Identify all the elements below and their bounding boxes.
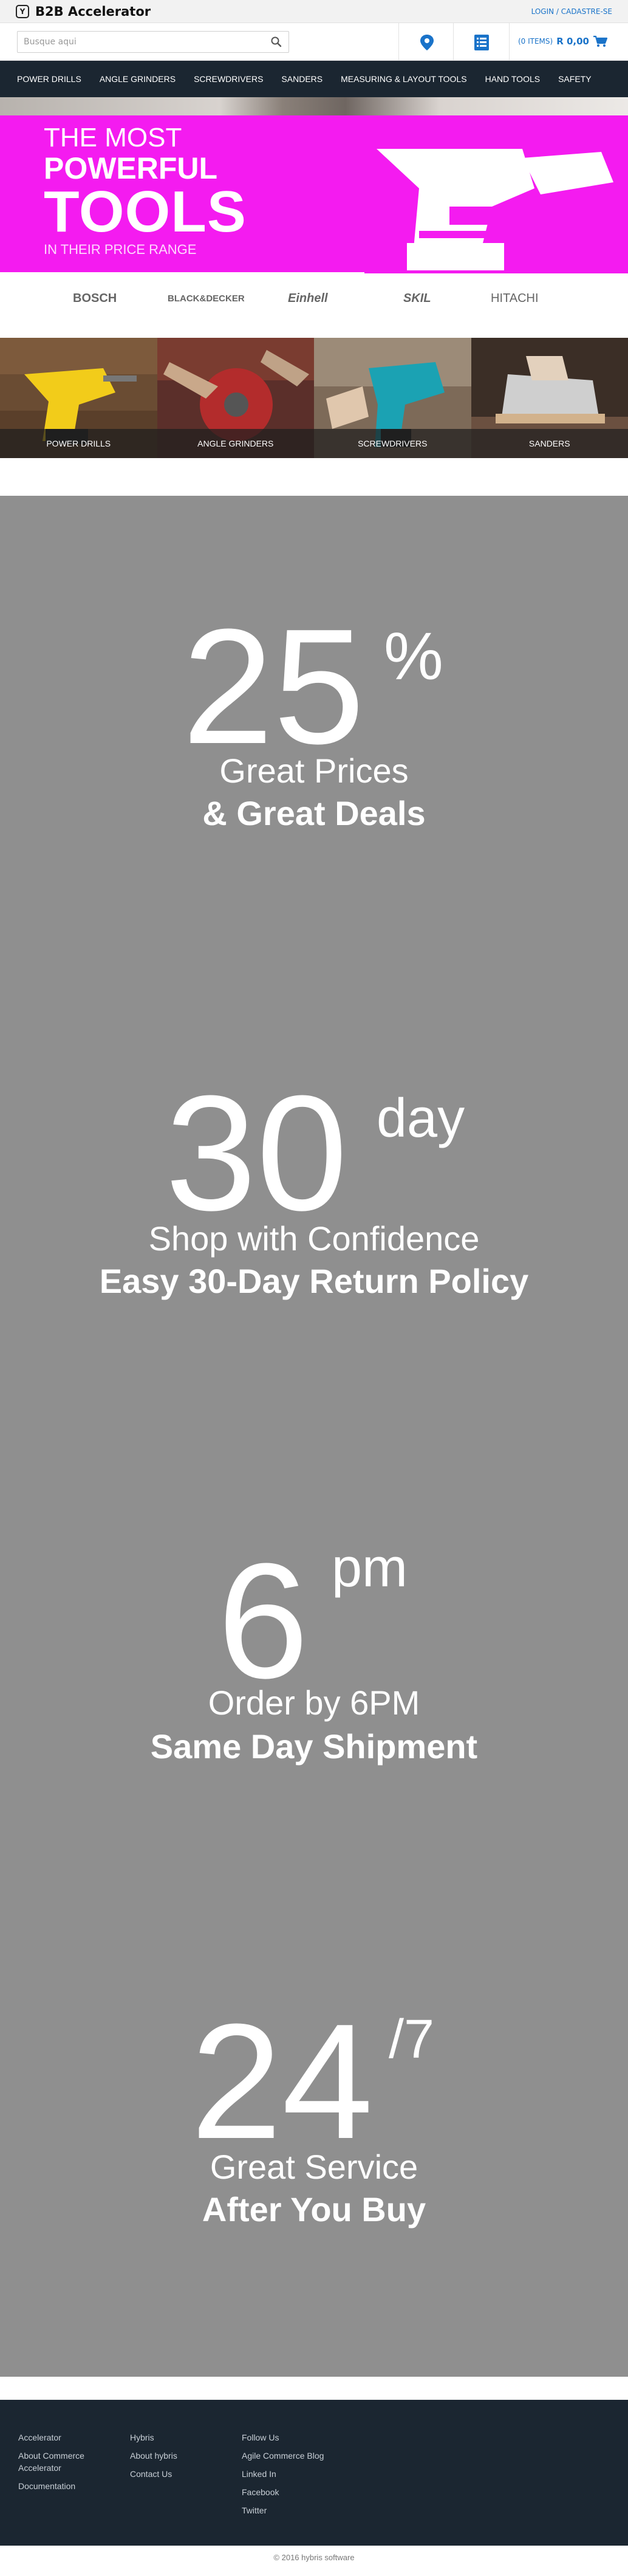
cart-total: R 0,00 xyxy=(556,36,589,47)
promo-30-suffix: day xyxy=(377,1091,465,1146)
divider xyxy=(398,23,399,61)
login-link[interactable]: LOGIN / CADASTRE-SE xyxy=(531,7,612,16)
nav-item-safety[interactable]: SAFETY xyxy=(558,74,600,84)
spacer xyxy=(0,458,628,496)
promo-30-line2: Easy 30-Day Return Policy xyxy=(0,1261,628,1301)
category-label: ANGLE GRINDERS xyxy=(157,429,315,458)
promo-block: 25 % Great Prices & Great Deals 30 day S… xyxy=(0,496,628,2377)
promo-6-suffix: pm xyxy=(332,1541,408,1595)
divider xyxy=(509,23,510,61)
top-bar: Y B2B Accelerator LOGIN / CADASTRE-SE xyxy=(0,0,628,23)
footer-link[interactable]: Documentation xyxy=(18,2480,109,2492)
drill-image xyxy=(340,115,628,279)
promo-6-number: 6 xyxy=(217,1540,309,1704)
brand-logo-einhell[interactable]: Einhell xyxy=(288,292,328,306)
brand-logo-icon: Y xyxy=(16,5,29,18)
promo-6-line1: Order by 6PM xyxy=(0,1683,628,1722)
hero-headline-line3: TOOLS xyxy=(44,179,247,245)
hero-photo-strip xyxy=(0,97,628,115)
hero-headline-line1: THE MOST xyxy=(44,123,182,153)
spacer xyxy=(0,2377,628,2400)
footer-heading[interactable]: Accelerator xyxy=(18,2431,109,2444)
quick-order-list-icon[interactable] xyxy=(473,34,490,51)
nav-item-power-drills[interactable]: POWER DRILLS xyxy=(17,74,90,84)
brand-logo-bosch[interactable]: BOSCH xyxy=(73,292,117,306)
category-tile-angle-grinders[interactable]: ANGLE GRINDERS xyxy=(157,338,315,458)
brand-logo-skil[interactable]: SKIL xyxy=(403,292,431,306)
brand[interactable]: Y B2B Accelerator xyxy=(16,4,151,19)
brand-logo-black-decker[interactable]: BLACK&DECKER xyxy=(168,293,245,304)
footer-link[interactable]: Agile Commerce Blog xyxy=(242,2450,363,2462)
promo-25-suffix: % xyxy=(384,623,443,690)
copyright: © 2016 hybris software xyxy=(0,2546,628,2576)
mini-cart[interactable]: (0 ITEMS) R 0,00 xyxy=(518,35,607,47)
store-locator-icon[interactable] xyxy=(419,34,435,51)
search-input[interactable] xyxy=(24,37,254,47)
category-tile-screwdrivers[interactable]: SCREWDRIVERS xyxy=(314,338,471,458)
footer-column-hybris: Hybris About hybris Contact Us xyxy=(130,2431,227,2486)
nav-item-angle-grinders[interactable]: ANGLE GRINDERS xyxy=(100,74,185,84)
promo-25-line2: & Great Deals xyxy=(0,793,628,833)
footer-heading[interactable]: Follow Us xyxy=(242,2431,363,2444)
category-label: POWER DRILLS xyxy=(0,429,157,458)
category-tile-power-drills[interactable]: POWER DRILLS xyxy=(0,338,157,458)
brand-name: B2B Accelerator xyxy=(35,4,151,19)
footer-link[interactable]: Linked In xyxy=(242,2468,363,2480)
promo-25-number: 25 xyxy=(182,605,364,769)
promo-30-number: 30 xyxy=(165,1072,347,1236)
nav-item-sanders[interactable]: SANDERS xyxy=(281,74,332,84)
category-label: SCREWDRIVERS xyxy=(314,429,471,458)
brand-logo-hitachi[interactable]: HITACHI xyxy=(491,292,539,306)
promo-24-suffix: /7 xyxy=(389,2012,434,2067)
promo-24-number: 24 xyxy=(191,2000,373,2164)
footer: Accelerator About Commerce Accelerator D… xyxy=(0,2400,628,2546)
category-tile-sanders[interactable]: SANDERS xyxy=(471,338,628,458)
footer-column-follow-us: Follow Us Agile Commerce Blog Linked In … xyxy=(242,2431,363,2523)
promo-24-line2: After You Buy xyxy=(0,2190,628,2229)
search-box[interactable] xyxy=(17,31,289,53)
hero-banner[interactable]: THE MOST POWERFUL TOOLS IN THEIR PRICE R… xyxy=(0,97,628,338)
footer-link[interactable]: About hybris xyxy=(130,2450,227,2462)
divider xyxy=(453,23,454,61)
cart-item-count: (0 ITEMS) xyxy=(518,37,553,46)
footer-column-accelerator: Accelerator About Commerce Accelerator D… xyxy=(18,2431,109,2498)
promo-25-line1: Great Prices xyxy=(0,751,628,790)
nav-item-screwdrivers[interactable]: SCREWDRIVERS xyxy=(194,74,272,84)
hero-tagline: IN THEIR PRICE RANGE xyxy=(44,242,196,258)
footer-link[interactable]: Twitter xyxy=(242,2504,363,2516)
footer-heading[interactable]: Hybris xyxy=(130,2431,227,2444)
promo-6-line2: Same Day Shipment xyxy=(0,1727,628,1766)
footer-link[interactable]: Contact Us xyxy=(130,2468,227,2480)
search-row: (0 ITEMS) R 0,00 xyxy=(0,23,628,61)
promo-24-line1: Great Service xyxy=(0,2147,628,2187)
promo-30-line1: Shop with Confidence xyxy=(0,1219,628,1258)
footer-link[interactable]: Facebook xyxy=(242,2486,363,2498)
cart-icon xyxy=(593,35,607,47)
brand-logos: BOSCH BLACK&DECKER Einhell SKIL HITACHI xyxy=(0,292,628,316)
nav-item-measuring-layout-tools[interactable]: MEASURING & LAYOUT TOOLS xyxy=(341,74,476,84)
search-icon[interactable] xyxy=(270,36,282,48)
category-tiles: POWER DRILLS ANGLE GRINDERS SCREWDRIVERS xyxy=(0,338,628,458)
category-nav: POWER DRILLS ANGLE GRINDERS SCREWDRIVERS… xyxy=(0,61,628,97)
footer-link[interactable]: About Commerce Accelerator xyxy=(18,2450,109,2474)
nav-item-hand-tools[interactable]: HAND TOOLS xyxy=(485,74,550,84)
category-label: SANDERS xyxy=(471,429,628,458)
